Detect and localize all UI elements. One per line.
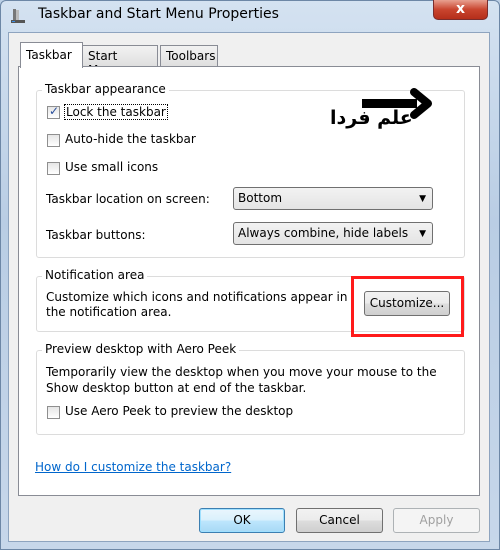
- auto-hide-label[interactable]: Auto-hide the taskbar: [65, 132, 196, 146]
- small-icons-checkbox[interactable]: [47, 162, 60, 175]
- lock-taskbar-checkbox[interactable]: [47, 104, 60, 119]
- lock-taskbar-label[interactable]: Lock the taskbar: [64, 104, 168, 120]
- taskbar-buttons-label: Taskbar buttons:: [46, 228, 146, 242]
- group-title: Taskbar appearance: [42, 82, 169, 96]
- location-label: Taskbar location on screen:: [46, 192, 210, 206]
- auto-hide-checkbox[interactable]: [47, 134, 60, 147]
- taskbar-buttons-value: Always combine, hide labels: [238, 226, 409, 240]
- watermark-logo: علم فردا: [330, 107, 413, 129]
- aero-peek-label[interactable]: Use Aero Peek to preview the desktop: [65, 404, 293, 418]
- chevron-down-icon: ▼: [419, 229, 426, 239]
- group-title: Notification area: [42, 268, 148, 282]
- taskbar-app-icon: [11, 9, 25, 23]
- group-title: Preview desktop with Aero Peek: [42, 342, 240, 356]
- chevron-down-icon: ▼: [419, 194, 426, 204]
- window-title: Taskbar and Start Menu Properties: [38, 6, 279, 22]
- small-icons-label[interactable]: Use small icons: [65, 160, 158, 174]
- location-value: Bottom: [238, 191, 283, 205]
- close-button[interactable]: x: [433, 0, 488, 20]
- aero-peek-checkbox[interactable]: [47, 406, 60, 419]
- tab-start-menu[interactable]: Start Menu: [82, 45, 158, 77]
- apply-button[interactable]: Apply: [393, 508, 480, 533]
- ok-button[interactable]: OK: [199, 508, 285, 533]
- highlight-box: [351, 276, 464, 337]
- aero-peek-description: Temporarily view the desktop when you mo…: [46, 365, 437, 395]
- location-dropdown[interactable]: Bottom ▼: [233, 187, 433, 210]
- notification-description: Customize which icons and notifications …: [46, 290, 348, 319]
- tab-taskbar[interactable]: Taskbar: [20, 42, 83, 68]
- cancel-button[interactable]: Cancel: [296, 508, 383, 533]
- help-link[interactable]: How do I customize the taskbar?: [35, 460, 231, 474]
- taskbar-buttons-dropdown[interactable]: Always combine, hide labels ▼: [233, 222, 433, 245]
- tab-toolbars[interactable]: Toolbars: [160, 45, 218, 67]
